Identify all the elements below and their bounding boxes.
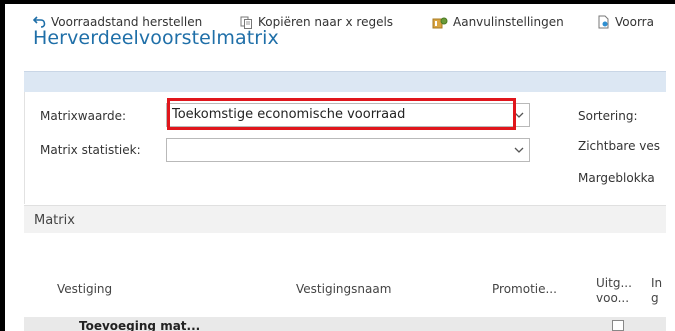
undo-icon bbox=[33, 16, 46, 28]
stock-document-button[interactable]: Voorra bbox=[597, 15, 654, 29]
window-frame-left bbox=[0, 0, 5, 331]
column-header-outgoing-text: Uitg... voo... bbox=[596, 276, 632, 305]
replenishment-settings-button[interactable]: Aanvulinstellingen bbox=[432, 15, 564, 29]
copy-to-rows-label: Kopiëren naar x regels bbox=[258, 15, 394, 29]
margin-label: Margeblokka bbox=[578, 171, 655, 185]
restore-stock-button[interactable]: Voorraadstand herstellen bbox=[33, 15, 202, 29]
column-header-location[interactable]: Vestiging bbox=[57, 282, 112, 296]
matrix-section-header: Matrix bbox=[24, 205, 666, 233]
matrix-value-label: Matrixwaarde: bbox=[40, 109, 127, 123]
matrix-stat-dropdown[interactable] bbox=[166, 138, 530, 162]
options-header-band bbox=[24, 71, 666, 92]
matrix-section-label: Matrix bbox=[34, 213, 75, 228]
row-text: Toevoeging mat... bbox=[79, 319, 201, 331]
matrix-stat-label: Matrix statistiek: bbox=[40, 143, 141, 157]
replenishment-settings-label: Aanvulinstellingen bbox=[453, 15, 564, 29]
table-row[interactable]: Toevoeging mat... bbox=[24, 317, 666, 331]
restore-stock-label: Voorraadstand herstellen bbox=[51, 15, 203, 29]
copy-to-rows-button[interactable]: Kopiëren naar x regels bbox=[240, 15, 393, 29]
column-header-outgoing[interactable]: Uitg... voo... bbox=[596, 276, 638, 306]
stock-document-label: Voorra bbox=[615, 15, 654, 29]
column-header-incoming[interactable]: In g bbox=[651, 276, 663, 306]
sort-label: Sortering: bbox=[578, 109, 638, 123]
visible-label: Zichtbare ves bbox=[578, 139, 661, 153]
document-icon bbox=[598, 15, 609, 29]
page-title: Herverdeelvoorstelmatrix bbox=[33, 27, 279, 49]
column-header-incoming-text: In g bbox=[651, 276, 663, 305]
column-header-location-name[interactable]: Vestigingsnaam bbox=[296, 282, 391, 296]
copy-icon bbox=[240, 16, 252, 29]
chevron-down-icon[interactable] bbox=[513, 144, 525, 156]
highlight-box bbox=[167, 98, 516, 130]
window-frame-top bbox=[0, 0, 675, 4]
settings-icon bbox=[432, 17, 448, 28]
row-checkbox[interactable] bbox=[612, 320, 624, 331]
matrix-toolbar bbox=[24, 233, 666, 261]
column-header-promotion[interactable]: Promotie... bbox=[492, 282, 557, 296]
